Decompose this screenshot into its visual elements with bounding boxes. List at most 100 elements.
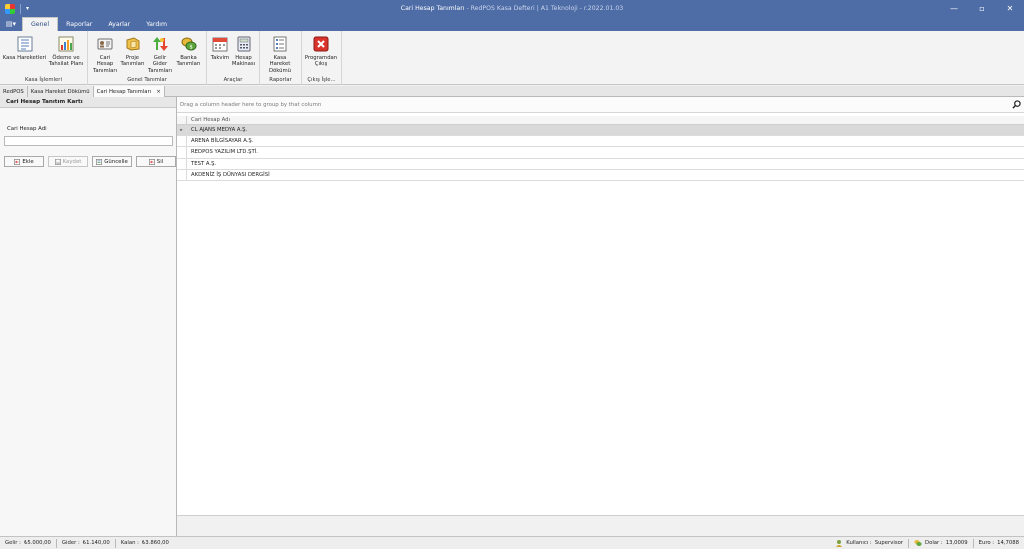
close-tab-icon[interactable]: × xyxy=(156,89,161,95)
focused-row-indicator-icon: ▸ xyxy=(177,125,187,136)
group-title-genel-tanimlar: Genel Tanımlar xyxy=(127,77,167,83)
table-cell[interactable]: AKDENİZ İŞ DÜNYASI DERGİSİ xyxy=(191,172,270,178)
app-logo-icon[interactable] xyxy=(5,3,15,14)
income-expense-icon xyxy=(151,35,169,53)
status-bar-right: Kullanıcı : Supervisor Dolar : 13,0009 E… xyxy=(830,537,1024,549)
maximize-button[interactable]: ▫ xyxy=(968,0,996,17)
column-header-cari-hesap-adi[interactable]: Cari Hesap Adı xyxy=(191,117,230,123)
delete-record-icon xyxy=(148,158,155,165)
ribbon-tab-row: ▤▾ Genel Raporlar Ayarlar Yardım xyxy=(0,17,1024,31)
doc-tab-cari-hesap-tanimlari-label: Cari Hesap Tanımları xyxy=(96,88,152,95)
window-title-company: | A1 Teknoloji xyxy=(536,5,578,12)
user-value: Supervisor xyxy=(874,540,904,546)
tab-ayarlar[interactable]: Ayarlar xyxy=(100,17,138,31)
cari-hesap-form-panel: Cari Hesap Tanıtım Kartı Cari Hesap Adi … xyxy=(0,97,177,536)
quick-access-separator xyxy=(20,3,21,14)
expense-status: Gider : ₺1.140,00 xyxy=(57,540,115,546)
group-by-panel[interactable]: Drag a column header here to group by th… xyxy=(177,97,1024,113)
guncelle-button[interactable]: Güncelle xyxy=(92,156,132,167)
contact-card-icon xyxy=(96,35,114,53)
table-row[interactable]: REDPOS YAZILIM LTD.ŞTİ. xyxy=(177,147,1024,159)
table-row[interactable]: AKDENİZ İŞ DÜNYASI DERGİSİ xyxy=(177,169,1024,181)
window-controls: — ▫ ✕ xyxy=(940,0,1024,17)
group-title-raporlar: Raporlar xyxy=(269,77,292,83)
kaydet-button[interactable]: Kaydet xyxy=(48,156,88,167)
window-title: Cari Hesap Tanımları - RedPOS Kasa Defte… xyxy=(0,5,1024,12)
minimize-button[interactable]: — xyxy=(940,0,968,17)
table-cell[interactable]: REDPOS YAZILIM LTD.ŞTİ. xyxy=(191,149,258,155)
tab-genel[interactable]: Genel xyxy=(22,17,59,31)
form-buttons: Ekle Kaydet Güncelle Sil xyxy=(4,156,176,167)
expense-label: Gider : xyxy=(61,540,80,546)
table-cell[interactable]: TEST A.Ş. xyxy=(191,161,216,167)
project-icon xyxy=(124,35,142,53)
status-bar: Gelir : ₺5.000,00 Gider : ₺1.140,00 Kala… xyxy=(0,536,1024,549)
ribbon-group-araclar: Takvim Hesap Makinası Araçlar xyxy=(207,31,260,85)
cash-movements-icon xyxy=(16,35,34,53)
sil-button[interactable]: Sil xyxy=(136,156,176,167)
balance-label: Kalan : xyxy=(120,540,139,546)
banka-tanimlari-label: Banka Tanımları xyxy=(176,55,201,68)
income-status: Gelir : ₺5.000,00 xyxy=(0,540,56,546)
save-disk-icon xyxy=(54,158,61,165)
hesap-makinasi-label: Hesap Makinası xyxy=(231,55,256,68)
currency-coins-icon xyxy=(914,540,922,546)
add-record-icon xyxy=(14,158,21,165)
balance-value: ₺3.860,00 xyxy=(141,540,169,546)
ribbon-group-raporlar: Kasa Hareket Dökümü Raporlar xyxy=(260,31,302,85)
window-title-app: - RedPOS Kasa Defteri xyxy=(466,5,535,12)
table-cell[interactable]: CL AJANS MEDYA A.Ş. xyxy=(191,127,247,133)
cari-hesap-adi-label: Cari Hesap Adi xyxy=(7,126,47,132)
group-title-cikis-islemleri: Çıkış İşle... xyxy=(307,77,336,83)
programdan-cikis-label: Programdan Çıkış xyxy=(304,55,338,68)
cari-hesap-adi-input[interactable] xyxy=(4,136,173,146)
row-indicator xyxy=(177,147,187,158)
table-row[interactable]: ARENA BİLGİSAYAR A.Ş. xyxy=(177,136,1024,148)
ekle-button[interactable]: Ekle xyxy=(4,156,44,167)
svg-text:$: $ xyxy=(189,44,192,50)
window-title-screen: Cari Hesap Tanımları xyxy=(400,5,465,12)
close-window-button[interactable]: ✕ xyxy=(996,0,1024,17)
chart-icon xyxy=(57,35,75,53)
ribbon-group-kasa-islemleri: Kasa Hareketleri Ödeme ve Tahsilat Planı… xyxy=(0,31,88,85)
row-indicator xyxy=(177,169,187,180)
table-row[interactable]: ▸ CL AJANS MEDYA A.Ş. xyxy=(177,125,1024,137)
dollar-label: Dolar : xyxy=(925,540,943,546)
grid-footer-bar xyxy=(177,515,1024,536)
expense-value: ₺1.140,00 xyxy=(82,540,110,546)
group-title-araclar: Araçlar xyxy=(223,77,243,83)
ribbon-group-genel-tanimlar: Cari Hesap Tanımları Proje Tanımları Gel… xyxy=(88,31,207,85)
table-row[interactable]: TEST A.Ş. xyxy=(177,158,1024,170)
income-value: ₺5.000,00 xyxy=(23,540,51,546)
dollar-value: 13,0009 xyxy=(945,540,968,546)
doc-tab-kasa-hareket-dokumu-label: Kasa Hareket Dökümü xyxy=(30,88,90,95)
tab-raporlar[interactable]: Raporlar xyxy=(58,17,100,31)
calendar-icon xyxy=(211,35,229,53)
kasa-hareket-dokumu-label: Kasa Hareket Dökümü xyxy=(268,55,292,74)
euro-status: Euro : 14,7088 xyxy=(974,540,1024,546)
doc-tab-cari-hesap-tanimlari[interactable]: Cari Hesap Tanımları × xyxy=(93,86,165,97)
doc-tab-redpos[interactable]: RedPOS xyxy=(0,86,28,97)
user-status: Kullanıcı : Supervisor xyxy=(830,539,908,547)
row-indicator-header xyxy=(177,116,187,125)
user-label: Kullanıcı : xyxy=(846,540,872,546)
doc-tab-kasa-hareket-dokumu[interactable]: Kasa Hareket Dökümü xyxy=(27,86,94,97)
group-by-hint: Drag a column header here to group by th… xyxy=(180,101,322,108)
tab-yardim[interactable]: Yardım xyxy=(138,17,175,31)
kaydet-label: Kaydet xyxy=(62,158,82,165)
grid-rows: ▸ CL AJANS MEDYA A.Ş. ARENA BİLGİSAYAR A… xyxy=(177,125,1024,181)
search-icon[interactable] xyxy=(1012,100,1021,109)
guncelle-label: Güncelle xyxy=(104,158,128,165)
doc-tab-redpos-label: RedPOS xyxy=(3,88,24,95)
report-list-icon xyxy=(271,35,289,53)
ekle-label: Ekle xyxy=(22,158,34,165)
user-icon xyxy=(836,540,843,547)
row-indicator xyxy=(177,158,187,169)
table-cell[interactable]: ARENA BİLGİSAYAR A.Ş. xyxy=(191,138,253,144)
kasa-hareketleri-label: Kasa Hareketleri xyxy=(2,55,47,61)
form-panel-title: Cari Hesap Tanıtım Kartı xyxy=(0,97,176,108)
quick-access-dropdown-icon[interactable]: ▾ xyxy=(26,5,29,12)
file-menu-icon[interactable]: ▤▾ xyxy=(0,17,22,31)
bank-coins-icon: $ xyxy=(180,35,198,53)
balance-status: Kalan : ₺3.860,00 xyxy=(116,540,174,546)
